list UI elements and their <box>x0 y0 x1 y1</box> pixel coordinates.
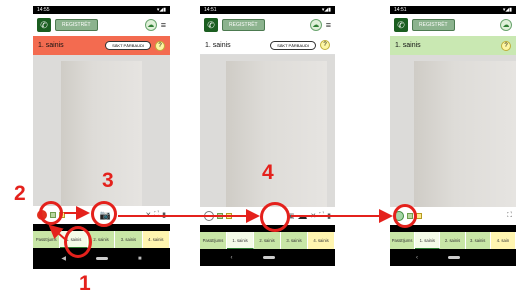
phone-call-button[interactable]: ✆ <box>204 18 218 32</box>
captured-photo <box>200 55 335 207</box>
section-title: 1. sainis <box>205 41 231 49</box>
signal-icon: ▾◢▮ <box>502 7 512 13</box>
delete-icon[interactable]: ▮ <box>162 211 166 219</box>
status-bar: 14:51 ▾◢▮ <box>390 6 516 14</box>
step-number-2: 2 <box>14 182 26 205</box>
android-nav-bar: ◀ ■ <box>33 248 170 269</box>
tutorial-figure: 14:55 ▾◢▮ ✆ REGISTRĒT ☁ ≡ 1. sainis SĀKT… <box>0 0 516 297</box>
highlight-upload-button <box>260 202 290 232</box>
tab-bundle-1[interactable]: 1. sainis <box>415 232 441 249</box>
status-bar: 14:51 ▾◢▮ <box>200 6 335 14</box>
section-header: 1. sainis SĀKT PĀRBAUDI ? <box>33 36 170 55</box>
phone-call-button[interactable]: ✆ <box>394 18 408 32</box>
cloud-sync-icon[interactable]: ☁ <box>144 19 157 31</box>
tab-bundle-4[interactable]: 4. sainis <box>142 231 170 248</box>
section-header: 1. sainis ? <box>390 36 516 55</box>
tab-bundle-2[interactable]: 2. sainis <box>440 232 466 249</box>
top-bar: ✆ REGISTRĒT ☁ <box>390 14 516 36</box>
register-button[interactable]: REGISTRĒT <box>55 19 98 31</box>
fullscreen-icon[interactable]: ⛶ <box>507 212 512 220</box>
tab-bundle-4[interactable]: 4. sain <box>490 232 516 249</box>
menu-icon[interactable]: ≡ <box>326 20 331 30</box>
highlight-camera-button <box>91 201 117 227</box>
cloud-sync-icon[interactable]: ☁ <box>500 19 512 31</box>
yellow-marker-icon <box>226 213 232 219</box>
register-button[interactable]: REGISTRĒT <box>412 19 455 31</box>
register-button[interactable]: REGISTRĒT <box>222 19 265 31</box>
upload-cloud-icon[interactable]: ☁ <box>297 211 307 222</box>
photo-wall <box>226 61 327 207</box>
tab-bar: Pasūtījums 1. sainis 2. sainis 3. sainis… <box>390 232 516 249</box>
home-icon[interactable] <box>96 257 108 260</box>
section-header: 1. sainis SĀKT PĀRBAUDI ? <box>200 36 335 55</box>
fullscreen-icon[interactable]: ⛶ <box>154 211 159 219</box>
start-inspection-button[interactable]: SĀKT PĀRBAUDI <box>270 40 316 50</box>
android-nav-bar: ‹ <box>200 249 335 266</box>
record-indicator-icon[interactable] <box>204 211 214 221</box>
home-icon[interactable] <box>448 256 460 259</box>
section-title: 1. sainis <box>38 42 64 49</box>
menu-icon[interactable]: ≡ <box>161 20 166 30</box>
tab-bundle-1[interactable]: 1. sainis <box>227 232 254 249</box>
highlight-record-button <box>39 201 63 225</box>
tab-bundle-2[interactable]: 2. sainis <box>254 232 281 249</box>
green-marker-icon <box>217 213 223 219</box>
tab-order[interactable]: Pasūtījums <box>33 231 61 248</box>
back-icon[interactable]: ◀ <box>61 255 66 262</box>
captured-photo <box>390 55 516 207</box>
step-number-3: 3 <box>102 169 114 192</box>
top-bar: ✆ REGISTRĒT ☁ ≡ <box>33 14 170 36</box>
close-icon[interactable]: ✕ <box>145 211 151 219</box>
home-icon[interactable] <box>262 256 275 259</box>
help-button[interactable]: ? <box>501 40 511 51</box>
tab-bundle-3[interactable]: 3. sainis <box>281 232 308 249</box>
status-time: 14:51 <box>204 7 217 13</box>
phone-icon: ✆ <box>40 19 48 30</box>
tab-bundle-3[interactable]: 3. sainis <box>115 231 143 248</box>
start-inspection-button[interactable]: SĀKT PĀRBAUDI <box>105 41 151 50</box>
phone-icon: ✆ <box>397 19 405 30</box>
signal-icon: ▾◢▮ <box>321 7 331 13</box>
back-icon[interactable]: ‹ <box>231 255 233 261</box>
recents-icon[interactable]: ■ <box>138 256 142 262</box>
tab-order[interactable]: Pasūtījums <box>200 232 227 249</box>
status-time: 14:51 <box>394 7 407 13</box>
step-number-1: 1 <box>79 272 91 295</box>
help-button[interactable]: ? <box>155 40 165 51</box>
tab-bar: Pasūtījums 1. sainis 2. sainis 3. sainis… <box>33 231 170 248</box>
phone-call-button[interactable]: ✆ <box>37 18 51 32</box>
delete-icon[interactable]: ▮ <box>327 212 331 220</box>
photo-wall <box>414 61 516 207</box>
phone-screen-1: 14:55 ▾◢▮ ✆ REGISTRĒT ☁ ≡ 1. sainis SĀKT… <box>33 6 170 269</box>
android-nav-bar: ‹ <box>390 249 516 266</box>
tab-bundle-4[interactable]: 4. sainis <box>308 232 335 249</box>
help-button[interactable]: ? <box>320 40 330 50</box>
highlight-saved-indicator <box>393 204 417 228</box>
close-icon[interactable]: ✕ <box>310 212 316 220</box>
tab-bundle-3[interactable]: 3. sainis <box>465 232 491 249</box>
fullscreen-icon[interactable]: ⛶ <box>319 212 324 220</box>
status-time: 14:55 <box>37 7 50 13</box>
phone-icon: ✆ <box>207 19 215 30</box>
signal-icon: ▾◢▮ <box>156 7 166 13</box>
step-number-4: 4 <box>262 161 274 184</box>
top-bar: ✆ REGISTRĒT ☁ ≡ <box>200 14 335 36</box>
section-title: 1. sainis <box>395 42 421 49</box>
tab-order[interactable]: Pasūtījums <box>390 232 416 249</box>
highlight-bundle-tab <box>64 226 92 258</box>
back-icon[interactable]: ‹ <box>416 255 418 261</box>
tab-bar: Pasūtījums 1. sainis 2. sainis 3. sainis… <box>200 232 335 249</box>
status-bar: 14:55 ▾◢▮ <box>33 6 170 14</box>
cloud-sync-icon[interactable]: ☁ <box>309 19 322 31</box>
